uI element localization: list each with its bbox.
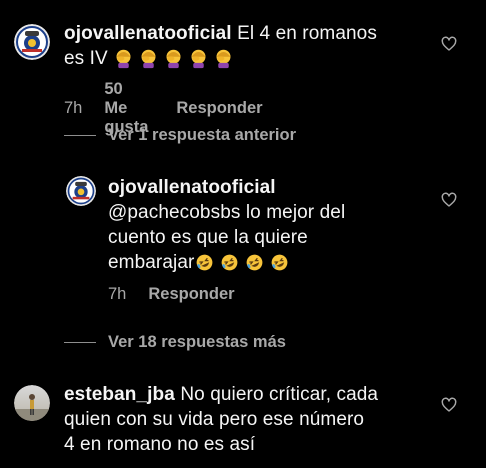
avatar[interactable] (14, 24, 50, 60)
rofl-emoji-icon (197, 255, 213, 271)
rofl-emoji-icon (222, 255, 238, 271)
facepalm-emoji-icon (116, 50, 131, 69)
facepalm-emoji-group (113, 48, 234, 69)
reply-button[interactable]: Responder (148, 285, 234, 304)
view-more-replies-button[interactable]: Ver 18 respuestas más (64, 333, 286, 352)
reply-button[interactable]: Responder (176, 99, 262, 118)
comment-time: 7h (64, 99, 83, 117)
reply-text: ojovallenatooficial @pachecobsbs lo mejo… (108, 175, 408, 275)
comment-body-cont: es IV (64, 48, 108, 69)
comment-username[interactable]: ojovallenatooficial (64, 23, 232, 44)
comment-text: esteban_jba No quiero críticar, cada qui… (64, 382, 424, 457)
comment-text: ojovallenatooficial El 4 en romanos es I… (64, 21, 404, 71)
comment-body: El 4 en romanos (237, 23, 377, 44)
reply-mention[interactable]: @pachecobsbs (108, 202, 240, 223)
thread-divider-line (64, 135, 96, 136)
avatar[interactable] (14, 385, 50, 421)
comment-body-cont: quien con su vida pero ese número (64, 409, 365, 430)
heart-icon[interactable] (441, 36, 457, 52)
thread-divider-line (64, 342, 96, 343)
heart-icon[interactable] (441, 397, 457, 413)
reply-body-end: embarajar (108, 252, 195, 273)
comment-body-end: 4 en romano no es así (64, 434, 256, 455)
reply-meta: 7h Responder (108, 285, 235, 304)
view-previous-replies-button[interactable]: Ver 1 respuesta anterior (64, 126, 296, 145)
facepalm-emoji-icon (141, 50, 156, 69)
rofl-emoji-group (194, 252, 290, 273)
facepalm-emoji-icon (191, 50, 206, 69)
reply-body: lo mejor del (245, 202, 346, 223)
view-more-replies-label: Ver 18 respuestas más (108, 333, 286, 351)
reply-time: 7h (108, 285, 127, 303)
reply-body-cont: cuento es que la quiere (108, 227, 308, 248)
comment-body: No quiero críticar, cada (180, 384, 379, 405)
rofl-emoji-icon (272, 255, 288, 271)
view-previous-replies-label: Ver 1 respuesta anterior (108, 126, 297, 144)
rofl-emoji-icon (247, 255, 263, 271)
facepalm-emoji-icon (166, 50, 181, 69)
facepalm-emoji-icon (216, 50, 231, 69)
reply-username[interactable]: ojovallenatooficial (108, 177, 276, 198)
comment-username[interactable]: esteban_jba (64, 384, 175, 405)
heart-icon[interactable] (441, 192, 457, 208)
avatar[interactable] (66, 176, 96, 206)
